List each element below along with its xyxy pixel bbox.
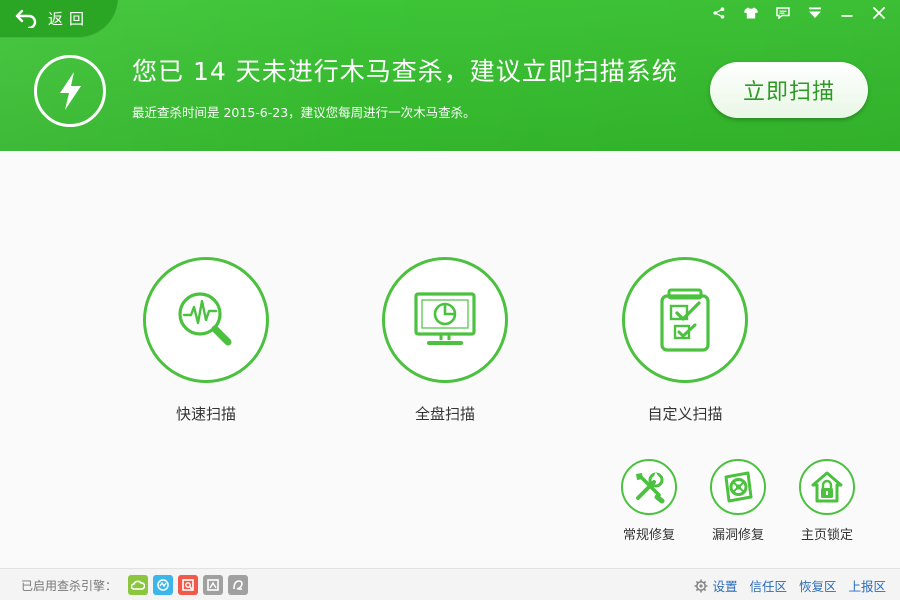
custom-scan-option[interactable]: 自定义扫描 [605, 257, 765, 424]
minimize-button[interactable] [834, 4, 860, 22]
restore-zone-link[interactable]: 恢复区 [799, 576, 837, 595]
general-repair-tool[interactable]: 常规修复 [609, 459, 689, 543]
full-scan-label: 全盘扫描 [414, 405, 475, 423]
skin-icon [744, 7, 758, 19]
back-arrow-icon [15, 9, 37, 28]
protection-status-badge [34, 55, 106, 127]
monitor-icon [414, 292, 476, 345]
general-repair-circle [621, 459, 677, 515]
qvm-engine-icon[interactable] [153, 575, 173, 595]
vulnerability-repair-circle [710, 459, 766, 515]
homepage-lock-circle [799, 459, 855, 515]
scan-now-button[interactable]: 立即扫描 [710, 62, 868, 118]
engine-list [128, 575, 248, 595]
header-banner: 返回 您已 14 天未进行木马查杀，建议立即扫描系统 最近查杀时间是 2015-… [0, 0, 900, 151]
checklist-icon [660, 288, 710, 352]
homepage-lock-label: 主页锁定 [800, 528, 853, 543]
wrench-screwdriver-icon [636, 472, 665, 504]
pulse-magnifier-icon [178, 292, 232, 346]
back-button[interactable]: 返回 [0, 0, 118, 38]
settings-label: 设置 [712, 579, 738, 594]
homepage-lock-tool[interactable]: 主页锁定 [787, 459, 867, 543]
menu-icon [809, 7, 821, 18]
quick-scan-label: 快速扫描 [175, 405, 236, 423]
settings-link[interactable]: 设置 [694, 576, 737, 595]
skin-button[interactable] [738, 4, 764, 22]
full-scan-circle [382, 257, 508, 383]
general-repair-label: 常规修复 [622, 528, 675, 543]
full-scan-option[interactable]: 全盘扫描 [365, 257, 525, 424]
engine-four-icon[interactable] [203, 575, 223, 595]
message-button[interactable] [770, 4, 796, 22]
upload-zone-link[interactable]: 上报区 [848, 576, 886, 595]
custom-scan-circle [622, 257, 748, 383]
engines-label: 已启用查杀引擎： [21, 579, 118, 593]
scan-options-area: 快速扫描 全盘扫描 自定义扫描 常规修复 漏洞修复 主页锁定 [0, 151, 900, 568]
back-label: 返回 [48, 9, 91, 28]
share-button[interactable] [706, 4, 732, 22]
message-icon [776, 7, 790, 19]
window-controls [706, 4, 892, 22]
close-icon [873, 7, 885, 19]
trust-zone-link[interactable]: 信任区 [749, 576, 787, 595]
engine-five-icon[interactable] [228, 575, 248, 595]
scan-reminder-headline: 您已 14 天未进行木马查杀，建议立即扫描系统 [132, 57, 678, 86]
vulnerability-repair-tool[interactable]: 漏洞修复 [698, 459, 778, 543]
cloud-engine-icon[interactable] [128, 575, 148, 595]
footer-links: 设置 信任区 恢复区 上报区 [694, 576, 886, 595]
last-scan-info: 最近查杀时间是 2015-6-23，建议您每周进行一次木马查杀。 [132, 105, 476, 120]
vulnerability-repair-label: 漏洞修复 [711, 528, 764, 543]
lightning-bolt-icon [60, 72, 81, 110]
close-button[interactable] [866, 4, 892, 22]
home-lock-icon [811, 471, 843, 503]
minimize-icon [841, 15, 853, 17]
status-bar: 已启用查杀引擎： 设置 信任区 恢复区 上报区 [0, 568, 900, 600]
patch-icon [724, 471, 753, 503]
system-engine-icon[interactable] [178, 575, 198, 595]
quick-scan-circle [143, 257, 269, 383]
menu-button[interactable] [802, 4, 828, 22]
share-icon [713, 7, 725, 19]
gear-icon [694, 579, 708, 592]
quick-scan-option[interactable]: 快速扫描 [126, 257, 286, 424]
custom-scan-label: 自定义扫描 [647, 405, 723, 423]
